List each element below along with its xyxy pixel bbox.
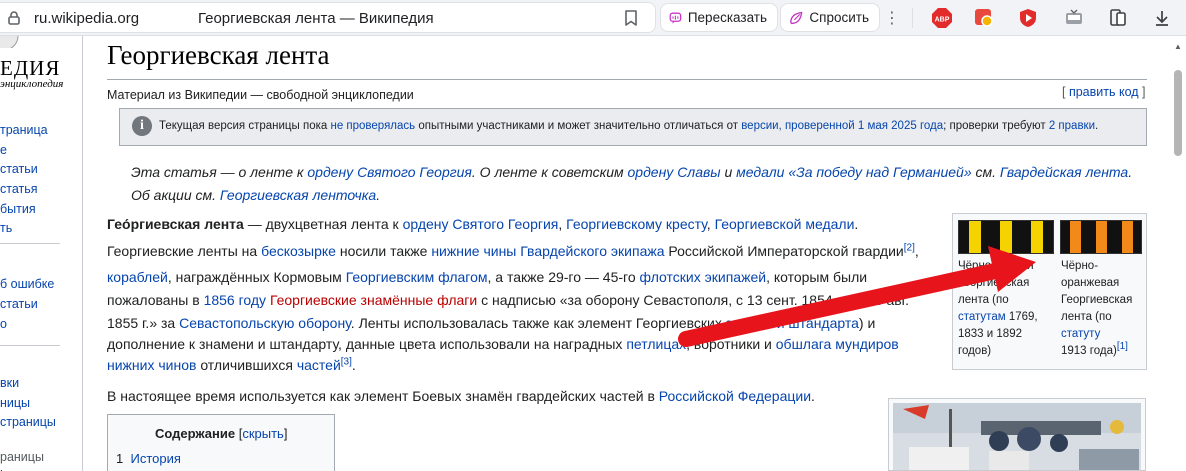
- ask-label: Спросить: [809, 10, 869, 25]
- link-banners-standard[interactable]: знамён и штандарта: [726, 315, 859, 331]
- wikipedia-globe-logo[interactable]: [0, 36, 22, 48]
- hatnote-link-medal[interactable]: медали «За победу над Германией»: [736, 164, 971, 180]
- browser-toolbar: ru.wikipedia.org Георгиевская лента — Ви…: [0, 0, 1186, 36]
- review-notice: i Текущая версия страницы пока не провер…: [119, 108, 1147, 146]
- footnote-1[interactable]: [1]: [1117, 341, 1128, 352]
- retell-button[interactable]: Пересказать: [660, 3, 778, 32]
- collections-icon[interactable]: [1106, 6, 1130, 30]
- link-tabs[interactable]: петлицах: [626, 336, 686, 352]
- sidebar-item-main-page[interactable]: траница: [0, 123, 48, 137]
- link-naval-crews[interactable]: флотских экипажей: [640, 269, 767, 285]
- svg-text:ABP: ABP: [935, 17, 950, 24]
- hatnote-link-guards-ribbon[interactable]: Гвардейская лента: [1000, 164, 1128, 180]
- link-guards-crew[interactable]: Гвардейского экипажа: [520, 243, 664, 259]
- address-bar[interactable]: ru.wikipedia.org Георгиевская лента — Ви…: [0, 2, 656, 33]
- ask-button[interactable]: Спросить: [780, 3, 880, 32]
- sidebar-item-page-info[interactable]: раницы: [0, 450, 44, 464]
- bookmark-icon[interactable]: [622, 9, 640, 27]
- hatnote-campaign: Об акции см. Георгиевская ленточка.: [131, 187, 381, 203]
- link-units[interactable]: частей: [297, 357, 341, 373]
- hatnote-about: Эта статья — о ленте к ордену Святого Ге…: [131, 164, 1133, 180]
- sidebar-divider: [0, 345, 60, 346]
- link-lower-ranks[interactable]: нижние чины: [431, 243, 516, 259]
- page-title: Георгиевская лента: [107, 40, 330, 70]
- body-line-5: дополнение к знамени и штандарту, данные…: [107, 336, 899, 352]
- page-title-in-bar: Георгиевская лента — Википедия: [198, 10, 434, 27]
- adblock-extension-icon[interactable]: ABP: [930, 6, 954, 30]
- retell-label: Пересказать: [687, 10, 767, 25]
- sidebar-item-report-error[interactable]: б ошибке: [0, 277, 54, 291]
- table-of-contents: Содержание [скрыть] 1 История: [107, 414, 335, 471]
- site-sub: Материал из Википедии — свободной энцикл…: [107, 88, 414, 102]
- sidebar-item-related-changes[interactable]: ницы: [0, 396, 30, 410]
- url-text[interactable]: ru.wikipedia.org: [34, 10, 139, 27]
- content-border: [82, 36, 83, 471]
- title-divider: [107, 79, 1147, 80]
- sidebar-item-random[interactable]: ть: [0, 221, 12, 235]
- download-icon[interactable]: [1150, 6, 1174, 30]
- link-1856[interactable]: 1856 году: [204, 292, 266, 308]
- toc-title: Содержание [скрыть]: [155, 426, 288, 441]
- tv-extension-icon[interactable]: [1062, 6, 1086, 30]
- wikipedia-tagline: энциклопедия: [0, 78, 64, 90]
- more-options-icon[interactable]: ⋮: [882, 8, 902, 28]
- body-line-6: нижних чинов отличившихся частей[3].: [107, 356, 356, 373]
- body-line-3: пожалованы в 1856 году Георгиевские знам…: [107, 292, 909, 308]
- sidebar-divider: [0, 243, 60, 244]
- body-paragraph-present: В настоящее время используется как элеме…: [107, 388, 815, 404]
- redlink-george-banners[interactable]: Георгиевские знамённые флаги: [270, 292, 477, 308]
- link-lower-ranks-2[interactable]: нижних чинов: [107, 357, 196, 373]
- search-extension-icon[interactable]: [972, 6, 996, 30]
- link-george-flag[interactable]: Георгиевским флагом: [346, 269, 488, 285]
- sidebar-item-index[interactable]: статьи: [0, 162, 38, 176]
- sidebar-item-events[interactable]: бытия: [0, 202, 36, 216]
- link-george-cross[interactable]: Георгиевскому кресту: [566, 216, 707, 232]
- body-line-4: 1855 г.» за Севастопольскую оборону. Лен…: [107, 315, 876, 331]
- toolbar-divider: [912, 8, 913, 28]
- sidebar-item-new-articles[interactable]: статьи: [0, 297, 38, 311]
- notice-link-pending-edits[interactable]: 2 правки: [1049, 120, 1095, 132]
- ask-icon: [790, 11, 803, 24]
- sidebar-item-help[interactable]: о: [0, 317, 7, 331]
- sidebar-item-cite[interactable]: ь: [0, 466, 7, 471]
- link-order-st-george[interactable]: ордену Святого Георгия: [403, 216, 559, 232]
- site-info-icon[interactable]: [6, 10, 22, 26]
- info-icon: i: [132, 116, 152, 136]
- lead-paragraph: Гео́ргиевская лента — двухцветная лента …: [107, 216, 859, 232]
- sidebar-item-special-pages[interactable]: страницы: [0, 415, 56, 429]
- notice-link-unreviewed[interactable]: не проверялась: [330, 120, 415, 132]
- toc-item-history[interactable]: 1 История: [116, 451, 181, 466]
- sidebar-item-links-here[interactable]: вки: [0, 376, 19, 390]
- caption-black-yellow: Чёрно-жёлтая Георгиевская лента (по стат…: [958, 260, 1038, 357]
- notice-link-stable-version[interactable]: версии, проверенной 1 мая 2025 года: [741, 120, 943, 132]
- link-ships[interactable]: кораблей: [107, 269, 168, 285]
- footnote-3[interactable]: [3]: [341, 356, 352, 367]
- link-cuffs[interactable]: обшлага мундиров: [776, 336, 899, 352]
- retell-icon: [669, 12, 682, 24]
- ribbon-thumbnail: Чёрно-жёлтая Георгиевская лента (по стат…: [952, 213, 1147, 370]
- sidebar-item-featured[interactable]: статья: [0, 182, 38, 196]
- body-line-2: кораблей, награждённых Кормовым Георгиев…: [107, 269, 868, 285]
- hatnote-link-campaign[interactable]: Георгиевская ленточка: [220, 187, 376, 203]
- footnote-2[interactable]: [2]: [904, 242, 915, 253]
- hatnote-link-order[interactable]: ордену Святого Георгия: [307, 164, 472, 180]
- link-statutes[interactable]: статутам: [958, 311, 1006, 323]
- edit-code-link[interactable]: [ править код ]: [1062, 85, 1146, 99]
- scroll-up-arrow-icon[interactable]: ▲: [1174, 42, 1182, 51]
- poster-image[interactable]: [888, 398, 1146, 471]
- notice-text: Текущая версия страницы пока не проверял…: [159, 120, 1099, 132]
- link-russian-federation[interactable]: Российской Федерации: [659, 388, 811, 404]
- black-yellow-ribbon-image[interactable]: [958, 220, 1054, 254]
- scrollbar-thumb[interactable]: [1174, 70, 1182, 156]
- toc-hide-link[interactable]: скрыть: [242, 426, 284, 441]
- hatnote-link-order-glory[interactable]: ордену Славы: [628, 164, 721, 180]
- link-george-medal[interactable]: Георгиевской медали: [715, 216, 855, 232]
- body-line-1: Георгиевские ленты на бескозырке носили …: [107, 242, 919, 259]
- sidebar-item-rubrics[interactable]: е: [0, 143, 7, 157]
- link-sevastopol-defense[interactable]: Севастопольскую оборону: [179, 315, 351, 331]
- caption-black-orange: Чёрно- оранжевая Георгиевская лента (по …: [1061, 260, 1133, 357]
- shield-extension-icon[interactable]: [1016, 6, 1040, 30]
- black-orange-ribbon-image[interactable]: [1060, 220, 1142, 254]
- link-beskozyrka[interactable]: бескозырке: [261, 243, 336, 259]
